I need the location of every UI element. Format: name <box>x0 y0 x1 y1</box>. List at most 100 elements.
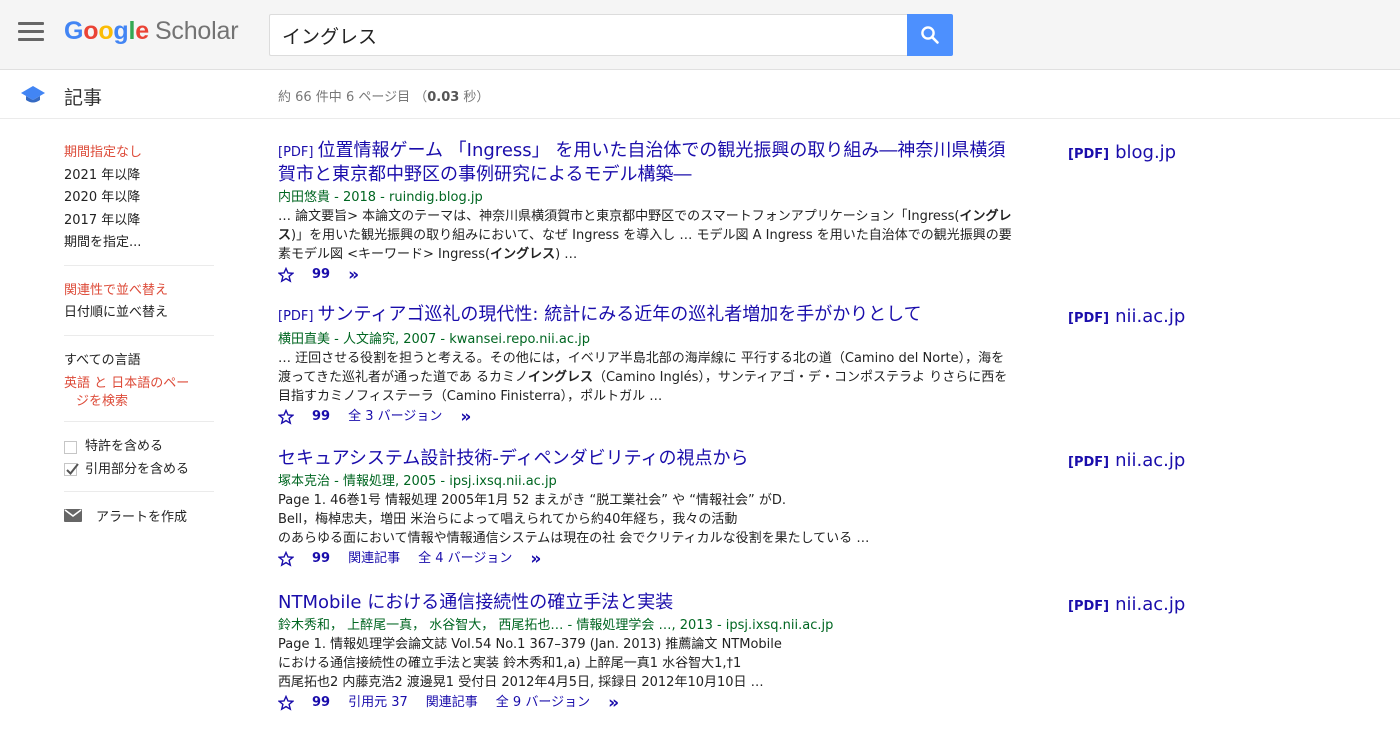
stats-text: 約 66 件中 6 ページ目 （ <box>278 90 428 105</box>
more-button[interactable]: » <box>348 265 359 285</box>
snippet-line: Page 1. 情報処理学会論文誌 Vol.54 No.1 367–379 (J… <box>278 637 782 652</box>
result-title-link[interactable]: NTMobile における通信接続性の確立手法と実装 <box>278 592 1008 614</box>
sort-by-date[interactable]: 日付順に並べ替え <box>64 302 214 325</box>
snippet-text: )」を用いた観光振興の取り組みにおいて、なぜ Ingress を導入し … モデ… <box>278 228 1012 262</box>
result-title: 位置情報ゲーム 「Ingress」 を用いた自治体での観光振興の取り組み―神奈川… <box>278 140 1006 185</box>
search-bar <box>269 14 953 56</box>
pdf-tag: [PDF] <box>278 309 314 324</box>
result-actions: 99 引用元 37 関連記事 全 9 バージョン » <box>278 693 1378 713</box>
include-patents-label: 特許を含める <box>85 439 164 454</box>
cite-button[interactable]: 99 <box>312 407 330 427</box>
menu-icon[interactable] <box>18 22 44 44</box>
versions-link[interactable]: 全 9 バージョン <box>496 693 590 713</box>
filter-sidebar: 期間指定なし 2021 年以降 2020 年以降 2017 年以降 期間を指定.… <box>64 142 214 525</box>
date-filter-2017[interactable]: 2017 年以降 <box>64 210 214 233</box>
save-star-button[interactable] <box>278 267 294 283</box>
language-search-en-ja[interactable]: 英語 と 日本語のペー ジを検索 <box>64 375 214 411</box>
result-meta: 鈴木秀和， 上醉尾一真， 水谷智大， 西尾拓也… - 情報処理学会 …, 201… <box>278 618 834 633</box>
result-snippet: Page 1. 情報処理学会論文誌 Vol.54 No.1 367–379 (J… <box>278 635 1013 692</box>
more-button[interactable]: » <box>460 407 471 427</box>
versions-link[interactable]: 全 3 バージョン <box>348 407 442 427</box>
versions-link[interactable]: 全 4 バージョン <box>418 549 512 569</box>
date-filter-group: 期間指定なし 2021 年以降 2020 年以降 2017 年以降 期間を指定.… <box>64 142 214 266</box>
snippet-line: のあらゆる面において情報や情報通信システムは現在の社 会でクリティカルな役割を果… <box>278 531 870 546</box>
snippet-line: Bell，梅棹忠夫，増田 米治らによって唱えられてから約40年経ち，我々の活動 <box>278 512 738 527</box>
more-button[interactable]: » <box>608 693 619 713</box>
save-star-button[interactable] <box>278 409 294 425</box>
result-meta: 横田直美 - 人文論究, 2007 - kwansei.repo.nii.ac.… <box>278 332 591 347</box>
more-button[interactable]: » <box>530 549 541 569</box>
side-pdf-link[interactable]: [PDF] nii.ac.jp <box>1068 450 1185 471</box>
side-domain: nii.ac.jp <box>1115 594 1186 615</box>
cited-by-link[interactable]: 引用元 37 <box>348 693 408 713</box>
language-all[interactable]: すべての言語 <box>64 350 214 373</box>
cite-button[interactable]: 99 <box>312 265 330 285</box>
include-citations-checkbox[interactable] <box>64 463 79 477</box>
date-filter-2021[interactable]: 2021 年以降 <box>64 165 214 188</box>
check-icon <box>66 463 79 476</box>
side-domain: nii.ac.jp <box>1115 306 1186 327</box>
side-pdf-tag: [PDF] <box>1068 147 1110 162</box>
more-icon: » <box>530 549 542 569</box>
side-pdf-link[interactable]: [PDF] nii.ac.jp <box>1068 306 1185 327</box>
include-patents-option[interactable]: 特許を含める <box>64 436 214 459</box>
star-icon <box>278 695 294 711</box>
side-domain: blog.jp <box>1115 142 1177 163</box>
include-citations-option[interactable]: 引用部分を含める <box>64 459 214 482</box>
cite-icon: 99 <box>312 409 331 424</box>
side-pdf-link[interactable]: [PDF] blog.jp <box>1068 142 1176 163</box>
star-icon <box>278 409 294 425</box>
result-actions: 99 関連記事 全 4 バージョン » <box>278 549 1378 569</box>
result-snippet: … 迂回させる役割を担うと考える。その他には，イベリア半島北部の海岸線に 平行す… <box>278 349 1013 406</box>
snippet-highlight: イングレス <box>490 247 556 262</box>
star-icon <box>278 267 294 283</box>
result-item: セキュアシステム設計技術-ディペンダビリティの視点から 塚本克治 - 情報処理,… <box>278 448 1378 592</box>
side-pdf-tag: [PDF] <box>1068 455 1110 470</box>
result-actions: 99 » <box>278 265 1378 285</box>
result-title-link[interactable]: [PDF] サンティアゴ巡礼の現代性: 統計にみる近年の巡礼者増加を手がかりとして <box>278 304 1008 328</box>
snippet-text: ) … <box>555 247 578 262</box>
cite-icon: 99 <box>312 267 331 282</box>
result-title-link[interactable]: セキュアシステム設計技術-ディペンダビリティの視点から <box>278 448 1008 470</box>
save-star-button[interactable] <box>278 551 294 567</box>
results-header: 記事 約 66 件中 6 ページ目 （0.03 秒） <box>0 71 1400 119</box>
scholar-logo[interactable]: Google Scholar <box>64 17 239 46</box>
stats-time: 0.03 <box>427 90 460 105</box>
save-star-button[interactable] <box>278 695 294 711</box>
result-meta: 塚本克治 - 情報処理, 2005 - ipsj.ixsq.nii.ac.jp <box>278 474 557 489</box>
sort-group: 関連性で並べ替え 日付順に並べ替え <box>64 280 214 336</box>
more-icon: » <box>460 407 472 427</box>
cite-button[interactable]: 99 <box>312 693 330 713</box>
date-filter-any[interactable]: 期間指定なし <box>64 142 214 165</box>
snippet-highlight: イングレス <box>527 370 593 385</box>
snippet-line: Page 1. 46巻1号 情報処理 2005年1月 52 まえがき “脱工業社… <box>278 493 786 508</box>
stats-suffix: 秒） <box>459 90 490 105</box>
search-input[interactable] <box>269 14 907 56</box>
date-filter-custom[interactable]: 期間を指定... <box>64 232 214 255</box>
date-filter-2020[interactable]: 2020 年以降 <box>64 187 214 210</box>
result-title: サンティアゴ巡礼の現代性: 統計にみる近年の巡礼者増加を手がかりとして <box>317 304 922 325</box>
related-articles-link[interactable]: 関連記事 <box>426 693 478 713</box>
related-articles-link[interactable]: 関連記事 <box>348 549 400 569</box>
include-citations-label: 引用部分を含める <box>85 461 190 477</box>
side-pdf-link[interactable]: [PDF] nii.ac.jp <box>1068 594 1185 615</box>
scholar-cap-icon <box>21 86 45 103</box>
google-wordmark: Google <box>64 17 149 45</box>
result-item: [PDF] サンティアゴ巡礼の現代性: 統計にみる近年の巡礼者増加を手がかりとして… <box>278 304 1378 448</box>
snippet-line: における通信接続性の確立手法と実装 鈴木秀和1,a) 上醉尾一真1 水谷智大1,… <box>278 656 742 671</box>
result-snippet: Page 1. 46巻1号 情報処理 2005年1月 52 まえがき “脱工業社… <box>278 491 1013 548</box>
create-alert-button[interactable]: アラートを作成 <box>64 506 214 525</box>
more-icon: » <box>348 265 360 285</box>
sort-by-relevance[interactable]: 関連性で並べ替え <box>64 280 214 303</box>
result-snippet: … 論文要旨> 本論文のテーマは、神奈川県横須賀市と東京都中野区でのスマートフォ… <box>278 207 1013 264</box>
cite-icon: 99 <box>312 695 331 710</box>
create-alert-label: アラートを作成 <box>96 510 188 525</box>
section-label: 記事 <box>64 87 103 109</box>
result-stats: 約 66 件中 6 ページ目 （0.03 秒） <box>278 86 489 105</box>
cite-button[interactable]: 99 <box>312 549 330 569</box>
star-icon <box>278 551 294 567</box>
include-patents-checkbox[interactable] <box>64 440 77 454</box>
result-title-link[interactable]: [PDF] 位置情報ゲーム 「Ingress」 を用いた自治体での観光振興の取り組… <box>278 140 1008 186</box>
side-domain: nii.ac.jp <box>1115 450 1186 471</box>
search-button[interactable] <box>907 14 953 56</box>
